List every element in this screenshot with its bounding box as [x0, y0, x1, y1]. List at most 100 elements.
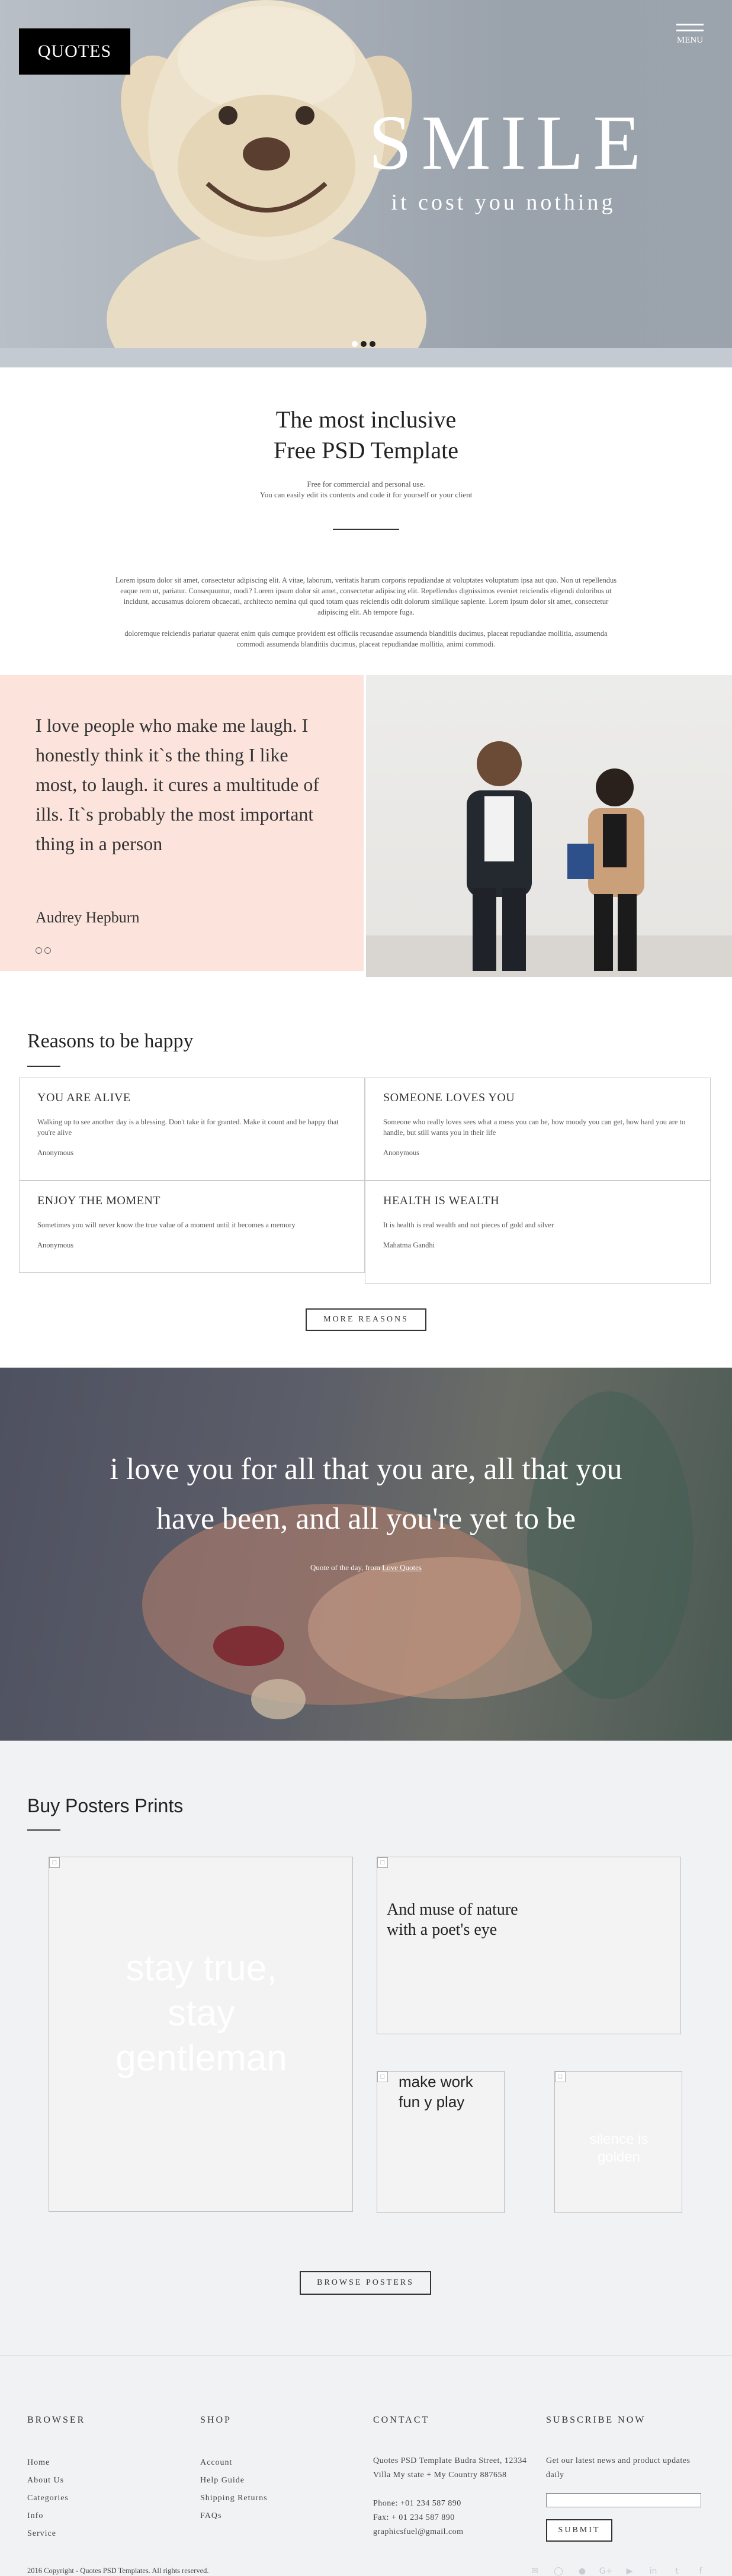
contact-address: Quotes PSD Template Budra Street, 12334 …: [373, 2456, 527, 2479]
footer-contact-column: CONTACT Quotes PSD Template Budra Street…: [373, 2415, 533, 2539]
love-quote-line2: have been, and all you're yet to be: [156, 1502, 576, 1536]
contact-phone: Phone: +01 234 587 890: [373, 2499, 461, 2508]
poster-text: silence is golden: [589, 2131, 648, 2165]
slider-dot-active[interactable]: [361, 341, 367, 347]
footer: BROWSER Home About Us Categories Info Se…: [0, 2355, 732, 2576]
reasons-section: Reasons to be happy YOU ARE ALIVE Walkin…: [0, 977, 732, 1368]
broken-image-icon: □: [377, 2072, 388, 2082]
reason-card-text: Sometimes you will never know the true v…: [37, 1221, 296, 1229]
poster-card[interactable]: □ make work fun y play: [377, 2071, 505, 2213]
pinterest-icon[interactable]: ●: [574, 2567, 590, 2576]
intro-paragraph: Lorem ipsum dolor sit amet, consectetur …: [115, 576, 617, 616]
poster-text: make work fun y play: [399, 2073, 473, 2111]
credit-prefix: Quote of the day, from: [310, 1563, 380, 1572]
reason-card-title: ENJOY THE MOMENT: [37, 1194, 160, 1207]
hamburger-icon: [676, 24, 704, 25]
more-reasons-button[interactable]: MORE REASONS: [306, 1308, 426, 1331]
intro-section: The most inclusive Free PSD Template Fre…: [0, 367, 732, 675]
intro-paragraph: doloremque reiciendis pariatur quaerat e…: [124, 629, 608, 648]
love-quote-line1: i love you for all that you are, all tha…: [110, 1452, 622, 1486]
divider: [27, 1829, 60, 1831]
poster-card[interactable]: □ stay true, stay gentleman: [49, 1857, 353, 2212]
slider-dot[interactable]: [352, 341, 358, 347]
footer-link-account[interactable]: Account: [200, 2454, 268, 2472]
google-plus-icon[interactable]: G+: [598, 2567, 614, 2576]
footer-link-service[interactable]: Service: [27, 2525, 85, 2543]
submit-button[interactable]: SUBMIT: [546, 2519, 612, 2542]
love-quote-banner: i love you for all that you are, all tha…: [0, 1368, 732, 1741]
couple-illustration: [366, 741, 732, 977]
footer-link-info[interactable]: Info: [27, 2507, 85, 2525]
facebook-icon[interactable]: f: [693, 2567, 708, 2576]
couple-photo: [366, 675, 732, 977]
contact-fax: Fax: + 01 234 587 890: [373, 2513, 455, 2522]
poster-text: stay true, stay gentleman: [115, 1948, 287, 2079]
poster-card[interactable]: □ silence is golden: [554, 2071, 682, 2213]
menu-label: MENU: [676, 36, 704, 45]
reason-card-author: Anonymous: [37, 1149, 74, 1157]
reasons-title: Reasons to be happy: [27, 1030, 194, 1052]
intro-tagline-line2: You can easily edit its contents and cod…: [259, 490, 473, 499]
slider-dot[interactable]: [44, 947, 51, 954]
hero-title: SMILE: [368, 99, 650, 186]
footer-link-home[interactable]: Home: [27, 2454, 85, 2472]
reason-card-author: Mahatma Gandhi: [383, 1241, 435, 1249]
slider-dot[interactable]: [370, 341, 375, 347]
menu-button[interactable]: MENU: [676, 24, 704, 46]
footer-heading: SHOP: [200, 2415, 232, 2425]
quote-panel: I love people who make me laugh. I hones…: [0, 675, 364, 971]
featured-quote-section: I love people who make me laugh. I hones…: [0, 675, 732, 977]
subscribe-email-input[interactable]: [546, 2493, 701, 2507]
love-quotes-link[interactable]: Love Quotes: [382, 1563, 422, 1572]
love-quote-text: i love you for all that you are, all tha…: [36, 1445, 696, 1544]
reason-card-text: Someone who really loves sees what a mes…: [383, 1118, 686, 1137]
love-quote-credit: Quote of the day, from Love Quotes: [0, 1563, 732, 1572]
footer-link-about[interactable]: About Us: [27, 2472, 85, 2490]
social-links: ✉ ◯ ● G+ ▶ in t f: [527, 2567, 708, 2576]
quote-slider-dots: [36, 947, 51, 954]
reason-card-author: Anonymous: [37, 1241, 74, 1249]
contact-details: Phone: +01 234 587 890 Fax: + 01 234 587…: [373, 2497, 533, 2539]
footer-link-help[interactable]: Help Guide: [200, 2472, 268, 2490]
intro-heading-line1: The most inclusive: [275, 406, 457, 433]
broken-image-icon: □: [555, 2072, 566, 2082]
footer-shop-column: SHOP Account Help Guide Shipping Returns…: [200, 2415, 268, 2525]
intro-heading: The most inclusive Free PSD Template: [0, 368, 732, 466]
slider-dots: [352, 341, 375, 347]
footer-link-shipping[interactable]: Shipping Returns: [200, 2490, 268, 2507]
poster-text: And muse of nature with a poet's eye: [387, 1900, 518, 1939]
twitter-icon[interactable]: t: [669, 2567, 685, 2576]
browse-posters-button[interactable]: BROWSE POSTERS: [300, 2271, 431, 2295]
divider: [333, 529, 399, 530]
quote-text: I love people who make me laugh. I hones…: [36, 715, 320, 854]
footer-link-faqs[interactable]: FAQs: [200, 2507, 268, 2525]
hero-slider: QUOTES MENU SMILE it cost you nothing: [0, 0, 732, 367]
instagram-icon[interactable]: ◯: [551, 2567, 566, 2576]
mail-icon[interactable]: ✉: [527, 2567, 542, 2576]
contact-email[interactable]: graphicsfuel@gmail.com: [373, 2525, 533, 2539]
youtube-icon[interactable]: ▶: [622, 2567, 637, 2576]
poster-card[interactable]: □ And muse of nature with a poet's eye: [377, 1857, 681, 2034]
footer-link-categories[interactable]: Categories: [27, 2490, 85, 2507]
slider-dot[interactable]: [36, 947, 42, 954]
posters-title: Buy Posters Prints: [27, 1795, 184, 1816]
reason-card[interactable]: SOMEONE LOVES YOU Someone who really lov…: [365, 1078, 711, 1181]
footer-heading: SUBSCRIBE NOW: [546, 2415, 646, 2425]
logo[interactable]: QUOTES: [19, 28, 130, 75]
reason-card[interactable]: HEALTH IS WEALTH It is health is real we…: [365, 1181, 711, 1284]
linkedin-icon[interactable]: in: [646, 2567, 661, 2576]
intro-heading-line2: Free PSD Template: [274, 437, 458, 464]
broken-image-icon: □: [49, 1857, 60, 1868]
hero-subtitle: it cost you nothing: [391, 190, 616, 215]
quote-author: Audrey Hepburn: [36, 909, 140, 926]
reason-card-text: It is health is real wealth and not piec…: [383, 1221, 554, 1229]
intro-body: Lorem ipsum dolor sit amet, consectetur …: [111, 575, 621, 649]
intro-tagline: Free for commercial and personal use. Yo…: [0, 479, 732, 500]
footer-heading: CONTACT: [373, 2415, 430, 2425]
holding-hands-image: [142, 1391, 693, 1719]
reason-card-title: YOU ARE ALIVE: [37, 1091, 131, 1104]
reason-card[interactable]: YOU ARE ALIVE Walking up to see another …: [19, 1078, 365, 1181]
reason-card[interactable]: ENJOY THE MOMENT Sometimes you will neve…: [19, 1181, 365, 1273]
divider: [27, 1066, 60, 1067]
reason-card-author: Anonymous: [383, 1149, 420, 1157]
